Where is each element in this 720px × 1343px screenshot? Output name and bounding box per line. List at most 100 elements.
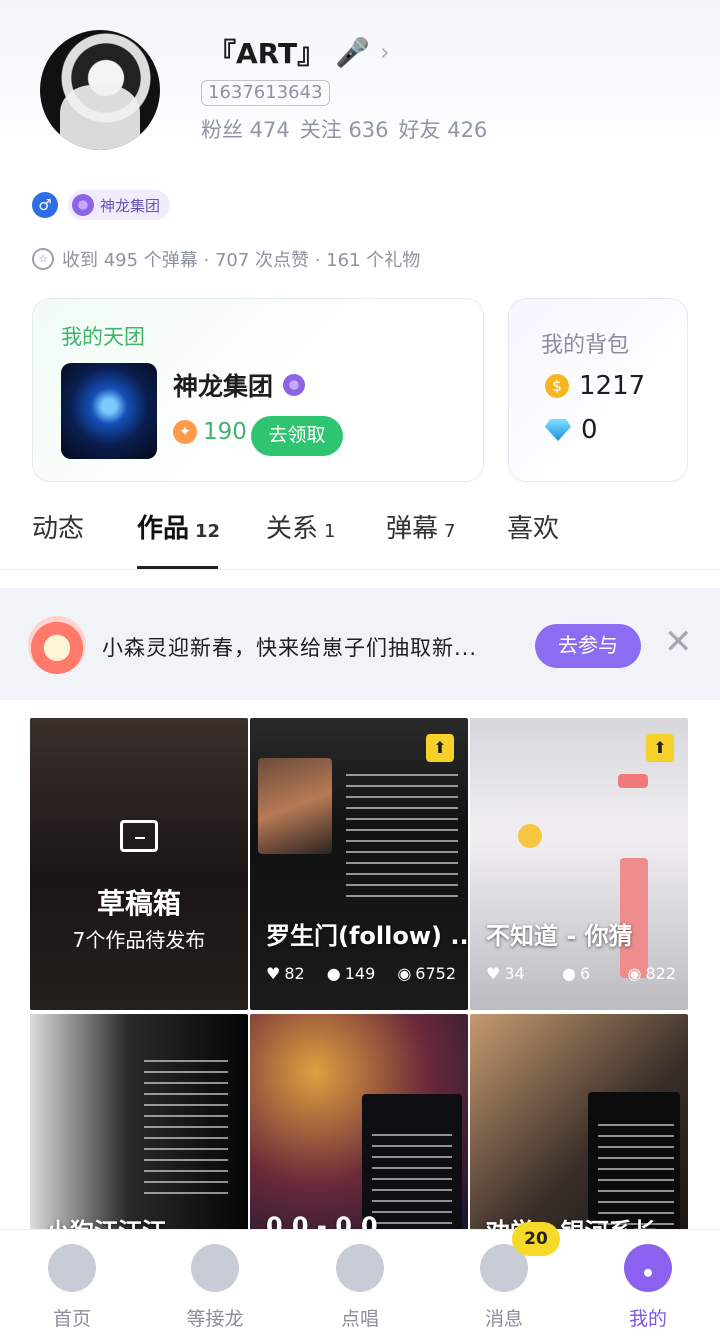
received-summary: ☆ 收到 495 个弹幕 · 707 次点赞 · 161 个礼物 [32,246,420,272]
home-icon [48,1244,96,1292]
close-icon[interactable]: ✕ [664,622,693,662]
received-text: 收到 495 个弹幕 · 707 次点赞 · 161 个礼物 [62,250,421,271]
gem-icon [283,374,306,396]
chat-bubble [618,774,648,788]
active-tab-indicator [137,566,218,569]
drafts-title: 草稿箱 [96,887,181,920]
gem-icon [72,194,94,216]
microphone-icon [336,1244,384,1292]
diamond-amount: 0 [581,415,598,445]
nav-label: 消息 [484,1308,523,1330]
tab-count: 7 [444,521,456,542]
heart-icon: ♥ [486,964,501,983]
group-name-row: 神龙集团 [173,367,306,403]
tab-works[interactable]: 作品 12 [137,508,220,545]
my-bag-card[interactable]: 我的背包 $ 1217 0 [508,298,688,482]
work-title: 不知道 - 你猜 [486,922,633,950]
mascot-icon [28,616,86,674]
views-stat: ◉ 6752 [397,964,456,983]
likes-count: 82 [284,964,305,983]
drafts-background [30,718,248,1010]
tab-likes[interactable]: 喜欢 [507,508,559,545]
likes-stat: ♥ 34 [486,964,525,983]
profile-tabs: 动态 作品 12 关系 1 弹幕 7 喜欢 [0,500,720,570]
profile-page: 『ART』 🎤 › 1637613643 粉丝 474 关注 636 好友 42… [0,0,720,1343]
lyrics-lines [144,1060,228,1203]
comments-count: 6 [579,964,591,983]
work-tile[interactable]: ⬆ 罗生门(follow) ... ♥ 82 ● 149 ◉ 6752 [250,718,468,1010]
tab-label: 关系 [266,514,319,544]
comment-icon: ● [326,964,341,983]
nav-label: 等接龙 [186,1308,244,1330]
work-title: 罗生门(follow) ... [266,922,468,950]
nav-label: 首页 [52,1308,91,1330]
tab-moments[interactable]: 动态 [32,508,84,545]
nav-home[interactable]: 首页 [22,1244,122,1331]
flame-icon: ✦ [173,420,197,444]
user-id[interactable]: 1637613643 [201,80,330,106]
drafts-tile[interactable]: 草稿箱 7个作品待发布 [30,718,248,1010]
bottom-nav: 首页 等接龙 点唱 消息 20 我的 [0,1222,720,1343]
tab-label: 弹幕 [386,514,439,544]
male-gender-icon: ♂ [32,192,58,218]
profile-stats: 粉丝 474 关注 636 好友 426 [201,114,487,144]
microphone-icon: 🎤 [335,35,370,69]
comments-stat: ● 6 [562,964,590,983]
nav-messages[interactable]: 消息 [454,1244,554,1331]
nav-label: 我的 [628,1308,667,1330]
drafts-subtitle: 7个作品待发布 [72,928,206,952]
nav-label: 点唱 [340,1308,379,1330]
likes-stat: ♥ 82 [266,964,305,983]
group-score: ✦ 190 [173,419,247,445]
views-stat: ◉ 822 [627,964,676,983]
tab-label: 动态 [32,514,85,544]
group-name: 神龙集团 [173,372,274,401]
my-group-card[interactable]: 我的天团 神龙集团 ✦ 190 去领取 [32,298,484,482]
mascot-icon [624,1244,672,1292]
lyrics-lines [346,774,458,906]
group-dragon-image [61,363,157,459]
nav-sing[interactable]: 点唱 [310,1244,410,1331]
profile-name: 『ART』 [208,37,326,70]
chevron-right-icon: › [379,38,390,66]
work-stats: ♥ 34 ● 6 ◉ 822 [486,964,676,983]
lyrics-lines [372,1134,452,1244]
group-tag[interactable]: 神龙集团 [68,190,171,220]
pin-top-icon[interactable]: ⬆ [646,734,674,762]
fans-count[interactable]: 粉丝 474 [201,114,290,144]
claim-button[interactable]: 去领取 [251,416,343,456]
coin-icon: $ [545,374,569,398]
likes-count: 34 [504,964,525,983]
disco-ball-icon [191,1244,239,1292]
work-stats: ♥ 82 ● 149 ◉ 6752 [266,964,456,983]
friends-count[interactable]: 好友 426 [399,114,488,144]
pin-top-icon[interactable]: ⬆ [426,734,454,762]
comments-count: 149 [344,964,376,983]
promo-banner[interactable]: 小森灵迎新春，快来给崽子们抽取新... 去参与 ✕ [0,588,720,700]
my-bag-title: 我的背包 [541,333,630,358]
join-button[interactable]: 去参与 [535,624,641,668]
tab-count: 12 [195,521,221,542]
work-thumbnail [258,758,332,854]
group-score-value: 190 [203,419,247,445]
tab-label: 喜欢 [507,514,560,544]
following-count[interactable]: 关注 636 [300,114,389,144]
nav-me[interactable]: 我的 [598,1244,698,1331]
comment-icon: ● [562,964,576,983]
tab-danmaku[interactable]: 弹幕 7 [386,508,455,545]
banner-text: 小森灵迎新春，快来给崽子们抽取新... [102,636,478,660]
nav-relay[interactable]: 等接龙 [165,1244,265,1331]
tab-relations[interactable]: 关系 1 [266,508,335,545]
coin-balance: $ 1217 [545,371,645,401]
work-tile[interactable]: ⬆ 不知道 - 你猜 ♥ 34 ● 6 ◉ 822 [470,718,688,1010]
emoji-icon [518,824,542,848]
eye-icon: ◉ [397,964,412,983]
diamond-balance: 0 [545,415,598,445]
diamond-icon [545,419,571,441]
eye-icon: ◉ [627,964,642,983]
name-row[interactable]: 『ART』 🎤 › [208,30,390,74]
folder-icon [120,820,158,852]
my-group-title: 我的天团 [61,325,145,349]
tab-label: 作品 [137,514,190,544]
avatar[interactable] [40,30,160,150]
